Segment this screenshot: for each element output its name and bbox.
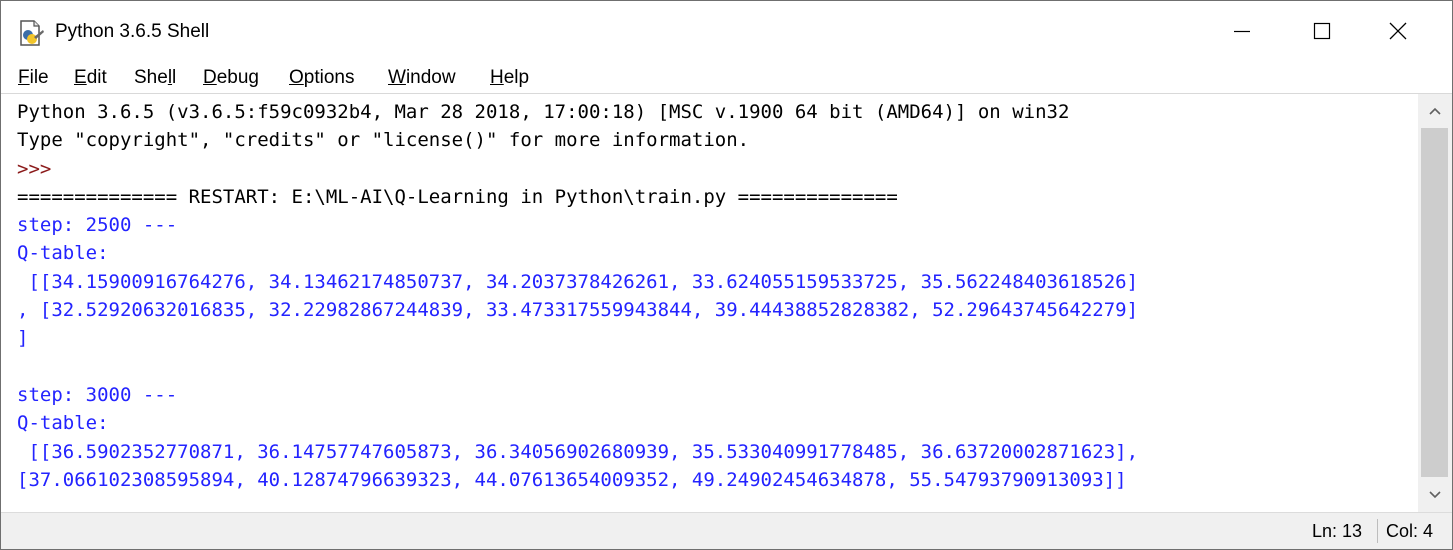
scroll-up-arrow-icon [1429,107,1441,115]
window-title: Python 3.6.5 Shell [55,21,210,42]
title-bar[interactable]: Python 3.6.5 Shell [1,1,1452,61]
menu-debug[interactable]: Debug [203,66,259,90]
minimize-icon [1234,30,1250,33]
shell-line: step: 3000 --- [17,383,178,406]
menu-file[interactable]: File [18,66,49,90]
menu-options-label: ptions [303,67,355,88]
menu-edit[interactable]: Edit [74,66,107,90]
scroll-down-arrow-icon [1429,491,1441,499]
status-separator [1377,519,1378,543]
shell-line: step: 2500 --- [17,214,178,237]
menu-file-label: ile [29,67,49,88]
menu-edit-label: dit [86,67,107,88]
menu-window[interactable]: Window [388,66,456,90]
shell-line: [[34.15900916764276, 34.13462174850737, … [17,270,1139,293]
scroll-up-button[interactable] [1418,94,1452,128]
shell-line: Q-table: [17,242,109,265]
minimize-button[interactable] [1204,1,1280,61]
shell-line: [[36.5902352770871, 36.14757747605873, 3… [17,440,1139,463]
idle-shell-window: Python 3.6.5 Shell File Edit Shell Debug… [0,0,1453,550]
menu-options[interactable]: Options [289,66,354,90]
status-column-number: Col: 4 [1386,521,1434,541]
shell-line: Python 3.6.5 (v3.6.5:f59c0932b4, Mar 28 … [17,101,1070,123]
shell-line: ] [17,327,29,350]
menu-help[interactable]: Help [490,66,529,90]
shell-line: , [32.52920632016835, 32.22982867244839,… [17,299,1139,322]
shell-prompt: >>> [17,157,63,180]
menu-bar: File Edit Shell Debug Options Window Hel… [1,61,1452,94]
shell-line: Q-table: [17,412,109,435]
python-idle-icon [20,20,44,46]
status-bar: Ln: 13 Col: 4 [1,512,1452,549]
shell-text-area[interactable]: Python 3.6.5 (v3.6.5:f59c0932b4, Mar 28 … [2,94,1418,512]
menu-shell-label-start: She [134,67,168,88]
close-button[interactable] [1360,1,1436,61]
menu-debug-accel: D [203,67,217,88]
scroll-thumb[interactable] [1421,128,1448,477]
shell-line: [37.066102308595894, 40.12874796639323, … [17,468,1127,491]
menu-file-accel: F [18,67,30,88]
maximize-button[interactable] [1284,1,1360,61]
vertical-scrollbar[interactable] [1418,94,1452,512]
scroll-down-button[interactable] [1418,478,1452,512]
maximize-icon [1313,22,1331,40]
menu-help-label: elp [503,67,530,88]
shell-output: Python 3.6.5 (v3.6.5:f59c0932b4, Mar 28 … [17,98,1138,494]
menu-help-accel: H [490,67,504,88]
menu-shell[interactable]: Shell [134,66,176,90]
menu-window-label: indow [405,67,456,88]
menu-options-accel: O [289,67,304,88]
menu-window-accel: W [388,67,406,88]
menu-shell-label-end: l [172,67,177,88]
shell-line: ============== RESTART: E:\ML-AI\Q-Learn… [17,185,898,208]
status-line-number: Ln: 13 [1312,521,1363,541]
menu-debug-label: ebug [216,67,260,88]
menu-edit-accel: E [74,67,87,88]
close-icon [1389,22,1407,40]
shell-line: Type "copyright", "credits" or "license(… [17,129,750,152]
